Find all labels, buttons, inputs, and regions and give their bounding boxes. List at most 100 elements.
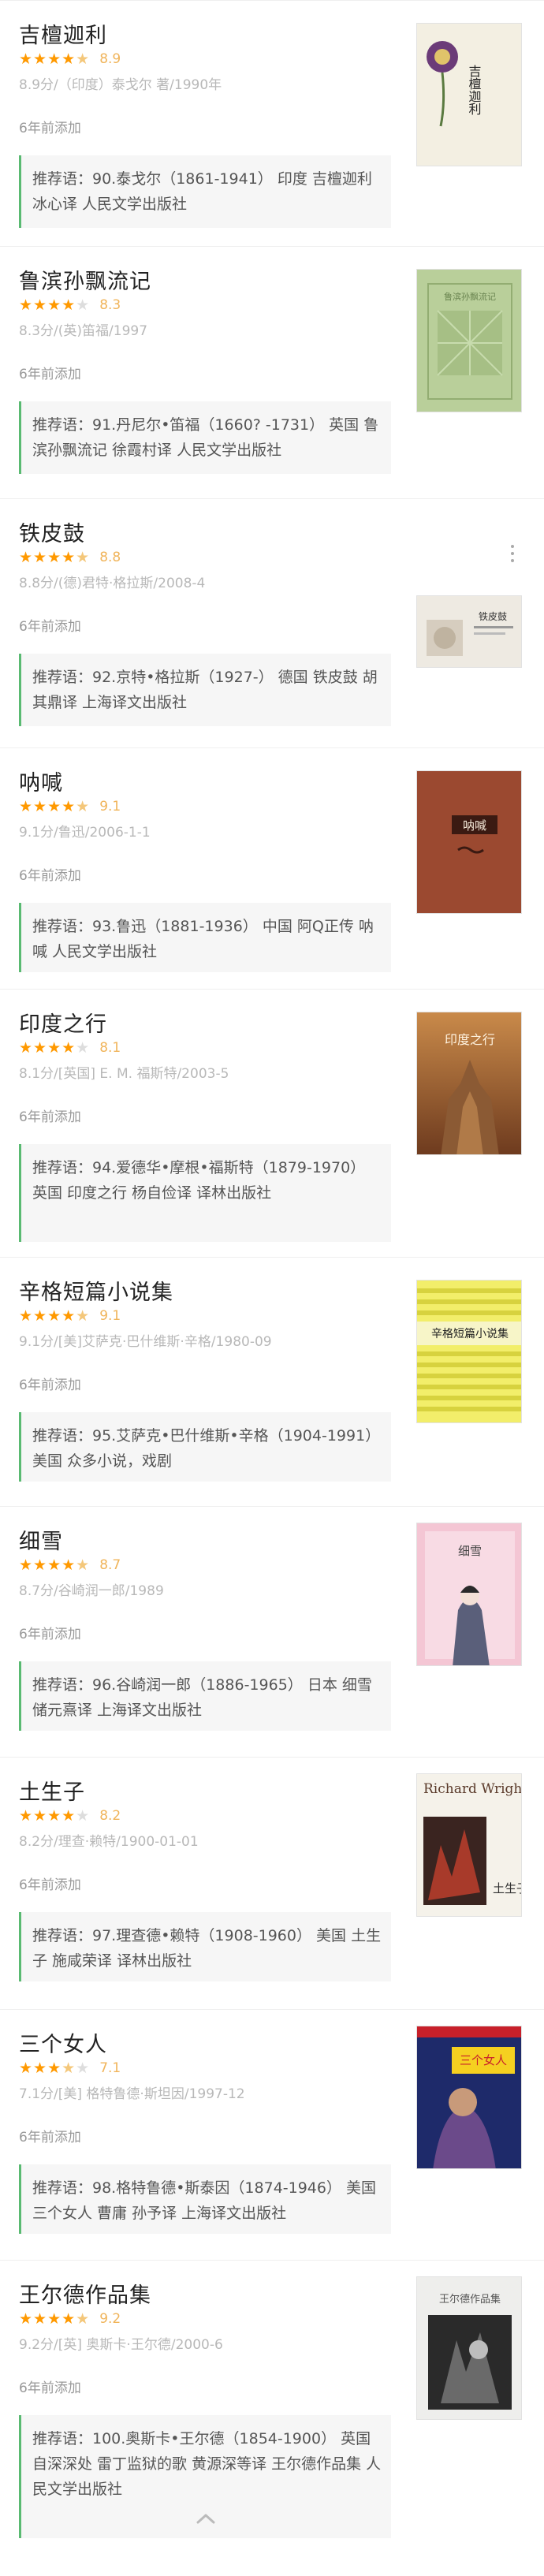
- added-time: 6年前添加: [19, 1377, 81, 1393]
- list-item[interactable]: 印度之行 ★★★★★ 8.1 8.1分/[英国] E. M. 福斯特/2003-…: [0, 989, 544, 1257]
- cover-author: Richard Wright: [423, 1781, 522, 1797]
- star-rating-icon: ★★★★★: [19, 1307, 91, 1325]
- star-rating-icon: ★★★★★: [19, 1039, 91, 1057]
- star-rating-icon: ★★★★★: [19, 549, 91, 566]
- book-cover[interactable]: 呐喊: [416, 770, 522, 914]
- recommendation: 推荐语：95.艾萨克•巴什维斯•辛格（1904-1991） 美国 众多小说，戏剧: [19, 1412, 391, 1482]
- book-meta: 8.3分/(英)笛福/1997: [19, 323, 148, 339]
- rating: ★★★★★ 8.1: [19, 1039, 121, 1057]
- added-time: 6年前添加: [19, 2380, 81, 2396]
- book-title[interactable]: 细雪: [19, 1524, 63, 1555]
- star-rating-icon: ★★★★★: [19, 798, 91, 815]
- recommendation: 推荐语：94.爱德华•摩根•福斯特（1879-1970） 英国 印度之行 杨自俭…: [19, 1144, 391, 1242]
- book-list: 吉檀迦利 ★★★★★ 8.9 8.9分/（印度）泰戈尔 著/1990年 6年前添…: [0, 0, 544, 2576]
- cover-title: 呐喊: [463, 818, 486, 833]
- book-meta: 8.9分/（印度）泰戈尔 著/1990年: [19, 77, 222, 93]
- book-cover[interactable]: 铁皮鼓: [416, 595, 522, 668]
- rating-score: 7.1: [99, 2060, 121, 2076]
- recommendation: 推荐语：96.谷崎润一郎（1886-1965） 日本 细雪 储元熹译 上海译文出…: [19, 1661, 391, 1731]
- star-rating-icon: ★★★★★: [19, 296, 91, 314]
- book-cover[interactable]: 鲁滨孙飘流记: [416, 269, 522, 412]
- recommendation: 推荐语：90.泰戈尔（1861-1941） 印度 吉檀迦利 冰心译 人民文学出版…: [19, 155, 391, 228]
- book-meta: 8.2分/理查·赖特/1900-01-01: [19, 1834, 199, 1850]
- book-meta: 9.1分/鲁迅/2006-1-1: [19, 825, 151, 841]
- cover-title: 辛格短篇小说集: [431, 1327, 509, 1340]
- list-item[interactable]: 辛格短篇小说集 ★★★★★ 9.1 9.1分/[美]艾萨克·巴什维斯·辛格/19…: [0, 1257, 544, 1506]
- rating-score: 9.2: [99, 2311, 121, 2327]
- rating-score: 9.1: [99, 1308, 121, 1324]
- added-time: 6年前添加: [19, 367, 81, 382]
- rating-score: 8.3: [99, 297, 121, 313]
- recommendation: 推荐语：98.格特鲁德•斯泰因（1874-1946） 美国 三个女人 曹庸 孙予…: [19, 2164, 391, 2234]
- rating: ★★★★★ 8.2: [19, 1807, 121, 1825]
- book-cover[interactable]: 王尔德作品集: [416, 2276, 522, 2420]
- book-title[interactable]: 铁皮鼓: [19, 516, 85, 547]
- rating-score: 8.8: [99, 550, 121, 565]
- rating: ★★★★★ 7.1: [19, 2060, 121, 2077]
- rating: ★★★★★ 9.2: [19, 2310, 121, 2328]
- rating-score: 8.7: [99, 1557, 121, 1573]
- cover-title: 吉檀迦利: [467, 65, 482, 115]
- recommendation: 推荐语：91.丹尼尔•笛福（1660? -1731） 英国 鲁滨孙飘流记 徐霞村…: [19, 401, 391, 474]
- star-rating-icon: ★★★★★: [19, 1556, 91, 1574]
- book-title[interactable]: 土生子: [19, 1775, 85, 1806]
- rating: ★★★★★ 8.7: [19, 1556, 121, 1574]
- book-title[interactable]: 吉檀迦利: [19, 18, 107, 49]
- cover-title: 三个女人: [460, 2053, 507, 2067]
- added-time: 6年前添加: [19, 1109, 81, 1125]
- book-meta: 8.7分/谷崎润一郎/1989: [19, 1583, 164, 1599]
- list-item[interactable]: 吉檀迦利 ★★★★★ 8.9 8.9分/（印度）泰戈尔 著/1990年 6年前添…: [0, 0, 544, 246]
- added-time: 6年前添加: [19, 121, 81, 136]
- added-time: 6年前添加: [19, 868, 81, 884]
- star-rating-icon: ★★★★★: [19, 1807, 91, 1825]
- list-item[interactable]: 鲁滨孙飘流记 ★★★★★ 8.3 8.3分/(英)笛福/1997 6年前添加 推…: [0, 246, 544, 498]
- book-cover[interactable]: 辛格短篇小说集: [416, 1280, 522, 1423]
- cover-title: 印度之行: [445, 1032, 495, 1047]
- book-title[interactable]: 三个女人: [19, 2027, 107, 2058]
- rating: ★★★★★ 9.1: [19, 1307, 121, 1325]
- rating-score: 9.1: [99, 799, 121, 815]
- rating-score: 8.2: [99, 1808, 121, 1824]
- book-title[interactable]: 王尔德作品集: [19, 2278, 151, 2309]
- list-item[interactable]: 三个女人 ★★★★★ 7.1 7.1分/[美] 格特鲁德·斯坦因/1997-12…: [0, 2009, 544, 2260]
- added-time: 6年前添加: [19, 1627, 81, 1642]
- book-cover[interactable]: 三个女人: [416, 2026, 522, 2169]
- book-meta: 8.1分/[英国] E. M. 福斯特/2003-5: [19, 1066, 229, 1082]
- more-vertical-icon[interactable]: [511, 545, 516, 566]
- book-cover[interactable]: 印度之行: [416, 1012, 522, 1155]
- rating: ★★★★★ 9.1: [19, 798, 121, 815]
- star-rating-icon: ★★★★★: [19, 2060, 91, 2077]
- cover-title: 铁皮鼓: [479, 611, 507, 622]
- rating: ★★★★★ 8.8: [19, 549, 121, 566]
- book-meta: 9.2分/[英] 奥斯卡·王尔德/2000-6: [19, 2337, 223, 2353]
- star-rating-icon: ★★★★★: [19, 50, 91, 68]
- added-time: 6年前添加: [19, 619, 81, 635]
- recommendation: 推荐语：93.鲁迅（1881-1936） 中国 阿Q正传 呐喊 人民文学出版社: [19, 903, 391, 972]
- list-item[interactable]: 土生子 ★★★★★ 8.2 8.2分/理查·赖特/1900-01-01 6年前添…: [0, 1757, 544, 2009]
- added-time: 6年前添加: [19, 2130, 81, 2145]
- book-cover[interactable]: 吉檀迦利: [416, 23, 522, 166]
- book-title[interactable]: 鲁滨孙飘流记: [19, 264, 151, 295]
- book-meta: 7.1分/[美] 格特鲁德·斯坦因/1997-12: [19, 2086, 245, 2102]
- list-item[interactable]: 王尔德作品集 ★★★★★ 9.2 9.2分/[英] 奥斯卡·王尔德/2000-6…: [0, 2260, 544, 2576]
- rating-score: 8.1: [99, 1040, 121, 1056]
- book-title[interactable]: 辛格短篇小说集: [19, 1275, 173, 1306]
- rating: ★★★★★ 8.9: [19, 50, 121, 68]
- star-rating-icon: ★★★★★: [19, 2310, 91, 2328]
- recommendation: 推荐语：97.理查德•赖特（1908-1960） 美国 土生子 施咸荣译 译林出…: [19, 1912, 391, 1981]
- list-item[interactable]: 呐喊 ★★★★★ 9.1 9.1分/鲁迅/2006-1-1 6年前添加 推荐语：…: [0, 747, 544, 989]
- book-title[interactable]: 印度之行: [19, 1007, 107, 1038]
- list-item[interactable]: 细雪 ★★★★★ 8.7 8.7分/谷崎润一郎/1989 6年前添加 推荐语：9…: [0, 1506, 544, 1757]
- list-item[interactable]: 铁皮鼓 ★★★★★ 8.8 8.8分/(德)君特·格拉斯/2008-4 6年前添…: [0, 498, 544, 747]
- added-time: 6年前添加: [19, 1877, 81, 1893]
- chevron-up-icon[interactable]: [195, 2511, 217, 2526]
- rating-score: 8.9: [99, 51, 121, 67]
- book-cover[interactable]: 细雪: [416, 1523, 522, 1666]
- cover-title: 鲁滨孙飘流记: [444, 291, 496, 302]
- book-meta: 9.1分/[美]艾萨克·巴什维斯·辛格/1980-09: [19, 1334, 272, 1350]
- book-cover[interactable]: Richard Wright 土生子: [416, 1773, 522, 1917]
- book-title[interactable]: 呐喊: [19, 766, 63, 796]
- book-meta: 8.8分/(德)君特·格拉斯/2008-4: [19, 576, 206, 591]
- cover-title: 王尔德作品集: [439, 2293, 501, 2306]
- recommendation: 推荐语：92.京特•格拉斯（1927-） 德国 铁皮鼓 胡其鼎译 上海译文出版社: [19, 654, 391, 726]
